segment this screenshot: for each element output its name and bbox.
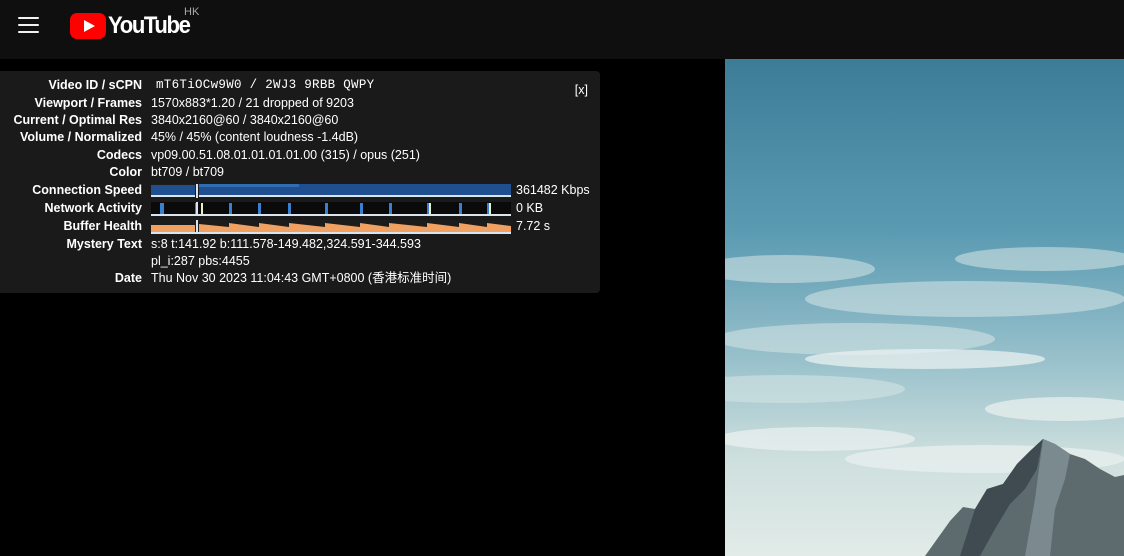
stats-value: Thu Nov 30 2023 11:04:43 GMT+0800 (香港标准时…: [151, 271, 452, 285]
stats-label: Connection Speed: [32, 183, 142, 197]
stats-label: Network Activity: [44, 201, 142, 215]
country-code: HK: [184, 6, 200, 18]
masthead: YouTube HK: [0, 0, 1124, 59]
stats-value: pl_i:287 pbs:4455: [151, 254, 250, 268]
stats-value: s:8 t:141.92 b:111.578-149.482,324.591-3…: [151, 237, 421, 251]
stats-value: vp09.00.51.08.01.01.01.01.00 (315) / opu…: [151, 148, 420, 162]
stats-for-nerds-panel: [x] Video ID / sCPN mT6TiOCw9W0 / 2WJ3 9…: [0, 71, 600, 293]
stats-value: bt709 / bt709: [151, 165, 224, 179]
menu-icon[interactable]: [10, 8, 46, 44]
stats-value: mT6TiOCw9W0 / 2WJ3 9RBB QWPY: [156, 78, 375, 92]
stats-label: Mystery Text: [66, 237, 143, 251]
stats-label: Color: [109, 165, 142, 179]
stats-row-network-activity: Network Activity 0 KB: [0, 200, 600, 217]
stats-label: Date: [114, 271, 142, 285]
video-frame[interactable]: [725, 59, 1124, 556]
network-activity-graph: [151, 202, 511, 216]
close-stats-button[interactable]: [x]: [575, 83, 588, 97]
stats-label: Video ID / sCPN: [48, 78, 142, 92]
stats-value: 1570x883*1.20 / 21 dropped of 9203: [151, 96, 354, 110]
stats-row-buffer-health: Buffer Health 7.72 s: [0, 218, 600, 235]
stats-label: Volume / Normalized: [19, 130, 142, 144]
stats-label: Current / Optimal Res: [13, 113, 143, 127]
buffer-health-graph: [151, 220, 511, 234]
youtube-logo[interactable]: YouTube: [70, 12, 197, 40]
video-landscape-image: [725, 59, 1124, 556]
stats-label: Codecs: [96, 148, 142, 162]
buffer-health-value: 7.72 s: [516, 219, 551, 233]
youtube-play-icon: [70, 13, 106, 39]
stats-value: 3840x2160@60 / 3840x2160@60: [151, 113, 339, 127]
network-activity-value: 0 KB: [516, 201, 544, 215]
stats-label: Viewport / Frames: [34, 96, 142, 110]
stats-value: 45% / 45% (content loudness -1.4dB): [151, 130, 359, 144]
logo-text: YouTube: [108, 12, 191, 39]
connection-speed-graph: [151, 184, 511, 198]
stats-label: Buffer Health: [63, 219, 142, 233]
stats-row-connection-speed: Connection Speed 361482 Kbps: [0, 182, 600, 199]
connection-speed-value: 361482 Kbps: [516, 183, 590, 197]
